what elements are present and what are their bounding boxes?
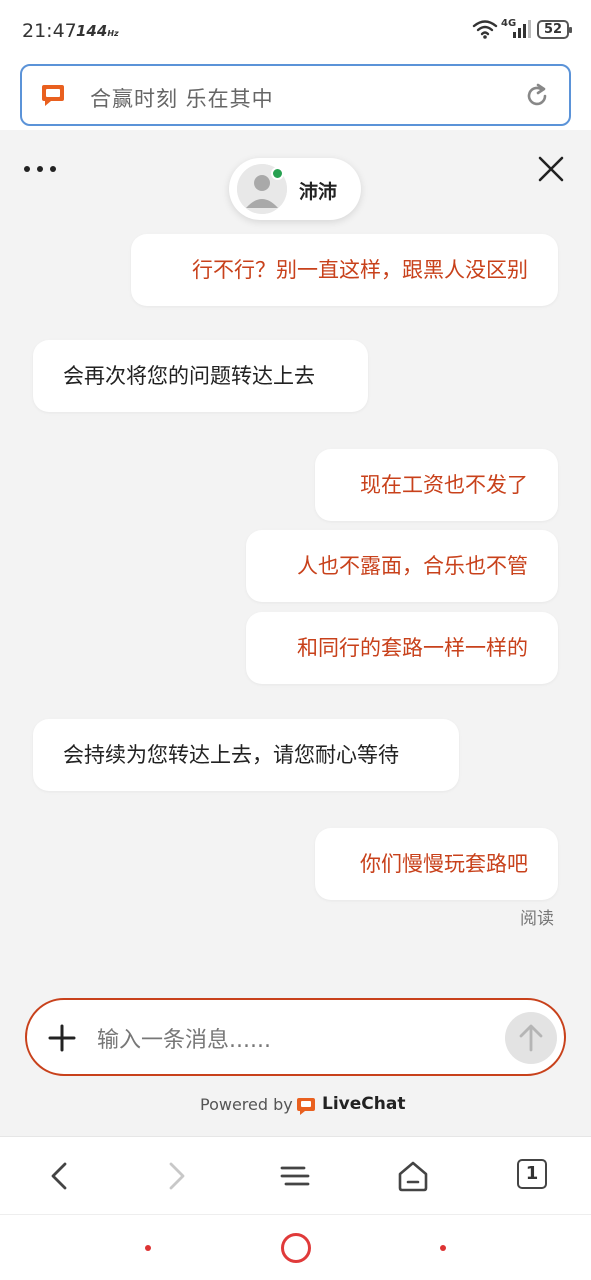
message-composer[interactable]: 输入一条消息...... bbox=[25, 998, 566, 1076]
battery-indicator: 52 bbox=[537, 20, 572, 39]
tab-switcher-button[interactable]: 1 bbox=[517, 1159, 547, 1189]
system-navigation-bar bbox=[0, 1214, 591, 1280]
menu-icon[interactable] bbox=[278, 1159, 312, 1193]
message-bubble-outgoing: 现在工资也不发了 bbox=[315, 449, 558, 521]
agent-header[interactable]: 沛沛 bbox=[229, 158, 361, 220]
browser-toolbar: 1 bbox=[0, 1136, 591, 1214]
message-bubble-incoming: 会再次将您的问题转达上去 bbox=[33, 340, 368, 412]
signal-icon bbox=[513, 20, 531, 38]
status-bar: 21:47 144Hz 4G 52 bbox=[0, 0, 591, 60]
status-time: 21:47 bbox=[22, 20, 77, 42]
send-button[interactable] bbox=[505, 1012, 557, 1064]
chat-window: 沛沛 行不行？别一直这样，跟黑人没区别 会再次将您的问题转达上去 现在工资也不发… bbox=[0, 130, 591, 1136]
read-receipt: 阅读 bbox=[520, 909, 554, 929]
livechat-brand-text: LiveChat bbox=[322, 1094, 406, 1114]
more-options-button[interactable] bbox=[22, 160, 58, 178]
close-icon[interactable] bbox=[536, 154, 566, 184]
message-bubble-outgoing: 人也不露面，合乐也不管 bbox=[246, 530, 558, 602]
refresh-rate-unit: Hz bbox=[107, 29, 119, 38]
powered-by-label: Powered by bbox=[200, 1095, 293, 1114]
livechat-logo-icon bbox=[42, 85, 64, 106]
livechat-brand-icon bbox=[297, 1098, 315, 1115]
attach-plus-icon[interactable] bbox=[47, 1023, 77, 1053]
forward-icon[interactable] bbox=[160, 1159, 194, 1193]
wifi-icon bbox=[472, 20, 498, 39]
refresh-rate-value: 144 bbox=[76, 22, 108, 40]
address-bar[interactable]: 合赢时刻 乐在其中 bbox=[20, 64, 571, 126]
arrow-up-icon bbox=[519, 1024, 543, 1052]
message-bubble-outgoing: 和同行的套路一样一样的 bbox=[246, 612, 558, 684]
back-nav-button[interactable] bbox=[440, 1245, 446, 1251]
page-title: 合赢时刻 乐在其中 bbox=[90, 87, 274, 111]
home-nav-button[interactable] bbox=[281, 1233, 311, 1263]
home-icon[interactable] bbox=[396, 1159, 430, 1193]
online-status-dot bbox=[271, 167, 284, 180]
message-bubble-outgoing: 你们慢慢玩套路吧 bbox=[315, 828, 558, 900]
message-input[interactable]: 输入一条消息...... bbox=[97, 1022, 271, 1054]
message-bubble-incoming: 会持续为您转达上去，请您耐心等待 bbox=[33, 719, 459, 791]
reload-icon[interactable] bbox=[523, 82, 551, 110]
refresh-rate: 144Hz bbox=[76, 22, 119, 40]
message-bubble-outgoing: 行不行？别一直这样，跟黑人没区别 bbox=[131, 234, 558, 306]
recents-nav-button[interactable] bbox=[145, 1245, 151, 1251]
back-icon[interactable] bbox=[42, 1159, 76, 1193]
agent-name: 沛沛 bbox=[299, 181, 338, 203]
